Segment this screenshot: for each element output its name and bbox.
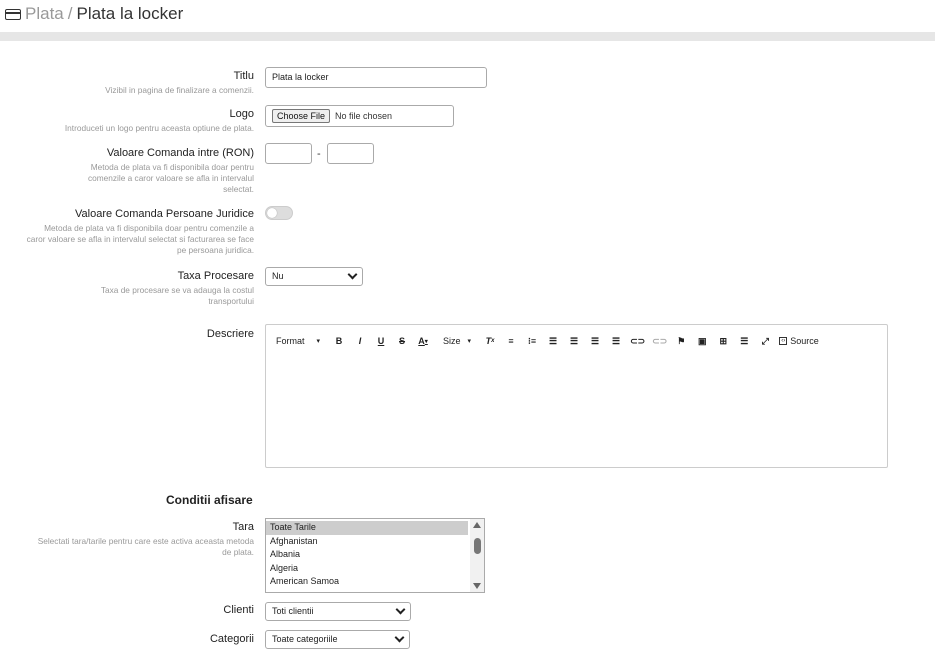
horizontal-line-icon[interactable]: ☰	[737, 334, 751, 348]
descriere-label: Descriere	[206, 328, 254, 340]
clienti-selected-value: Toti clientii	[272, 606, 314, 616]
titlu-help: Vizibil in pagina de finalizare a comenz…	[105, 85, 254, 95]
clienti-label: Clienti	[223, 604, 254, 616]
unlink-icon[interactable]: ⊂⊃	[652, 334, 667, 348]
conditii-section-title: Conditii afisare	[166, 493, 253, 507]
size-dropdown[interactable]: Size ▾	[443, 334, 471, 348]
juridice-toggle[interactable]	[265, 206, 293, 220]
align-right-icon[interactable]: ☰	[588, 334, 602, 348]
text-color-icon[interactable]: A ▾	[416, 334, 430, 348]
taxa-help: Taxa de procesare se va adauga la costul…	[100, 285, 254, 306]
valoare-help: Metoda de plata va fi disponibila doar p…	[87, 162, 254, 194]
breadcrumb: Plata / Plata la locker	[5, 4, 183, 24]
breadcrumb-separator: /	[67, 4, 73, 23]
source-icon: ‹›	[779, 337, 788, 345]
titlu-label: Titlu	[233, 70, 254, 82]
listbox-scrollbar[interactable]	[470, 519, 484, 592]
scrollbar-thumb[interactable]	[474, 538, 481, 554]
bold-icon[interactable]: B	[332, 334, 346, 348]
categorii-label: Categorii	[209, 633, 254, 645]
chevron-down-icon	[347, 269, 358, 280]
anchor-flag-icon[interactable]: ⚑	[674, 334, 688, 348]
range-separator: -	[317, 148, 321, 160]
list-item[interactable]: Albania	[266, 548, 468, 562]
taxa-selected-value: Nu	[272, 271, 284, 281]
align-left-icon[interactable]: ☰	[546, 334, 560, 348]
editor-toolbar: Format ▾ B I U S A ▾ Size ▾ Tx ≡ ⁝≡ ☰ ☰ ☰ ☰…	[276, 333, 826, 349]
table-icon[interactable]: ⊞	[716, 334, 730, 348]
source-button[interactable]: ‹› Source	[779, 334, 819, 348]
tara-help: Selectati tara/tarile pentru care este a…	[37, 536, 254, 557]
link-icon[interactable]: ⊂⊃	[630, 334, 645, 348]
categorii-selected-value: Toate categoriile	[272, 634, 338, 644]
juridice-label: Valoare Comanda Persoane Juridice	[75, 208, 254, 220]
breadcrumb-parent-link[interactable]: Plata	[25, 4, 64, 24]
chevron-down-icon	[394, 632, 405, 643]
chevron-down-icon	[395, 604, 406, 615]
taxa-select[interactable]: Nu	[265, 267, 363, 286]
file-status: No file chosen	[335, 111, 393, 121]
list-item[interactable]: American Samoa	[266, 575, 468, 589]
logo-help: Introduceti un logo pentru aceasta optiu…	[64, 123, 254, 133]
header-divider	[0, 32, 935, 41]
valoare-min-input[interactable]	[265, 143, 312, 164]
maximize-icon[interactable]: ⤢	[758, 334, 772, 348]
numbered-list-icon[interactable]: ≡	[504, 334, 518, 348]
tara-label: Tara	[232, 521, 254, 533]
align-center-icon[interactable]: ☰	[567, 334, 581, 348]
underline-icon[interactable]: U	[374, 334, 388, 348]
list-item[interactable]: Afghanistan	[266, 535, 468, 549]
taxa-label: Taxa Procesare	[177, 270, 254, 282]
description-editor[interactable]: Format ▾ B I U S A ▾ Size ▾ Tx ≡ ⁝≡ ☰ ☰ ☰ ☰…	[265, 324, 888, 468]
remove-format-icon[interactable]: Tx	[483, 334, 497, 348]
titlu-input[interactable]: Plata la locker	[265, 67, 487, 88]
logo-file-input[interactable]: Choose File No file chosen	[265, 105, 454, 127]
format-dropdown[interactable]: Format ▾	[276, 334, 320, 348]
scroll-up-icon[interactable]	[473, 522, 481, 528]
image-icon[interactable]: ▣	[695, 334, 709, 348]
scroll-down-icon[interactable]	[473, 583, 481, 589]
italic-icon[interactable]: I	[353, 334, 367, 348]
page-header: Plata / Plata la locker	[0, 0, 935, 32]
categorii-select[interactable]: Toate categoriile	[265, 630, 410, 649]
list-item[interactable]: Toate Tarile	[266, 521, 468, 535]
page-title: Plata la locker	[76, 4, 184, 23]
list-item[interactable]: Algeria	[266, 562, 468, 576]
logo-label: Logo	[229, 108, 254, 120]
strikethrough-icon[interactable]: S	[395, 334, 409, 348]
credit-card-icon	[5, 8, 21, 20]
clienti-select[interactable]: Toti clientii	[265, 602, 411, 621]
valoare-max-input[interactable]	[327, 143, 374, 164]
tara-listbox[interactable]: Toate Tarile Afghanistan Albania Algeria…	[265, 518, 485, 593]
bulleted-list-icon[interactable]: ⁝≡	[525, 334, 539, 348]
valoare-label: Valoare Comanda intre (RON)	[106, 147, 254, 159]
choose-file-button[interactable]: Choose File	[272, 109, 331, 123]
juridice-help: Metoda de plata va fi disponibila doar p…	[26, 223, 254, 255]
align-justify-icon[interactable]: ☰	[609, 334, 623, 348]
